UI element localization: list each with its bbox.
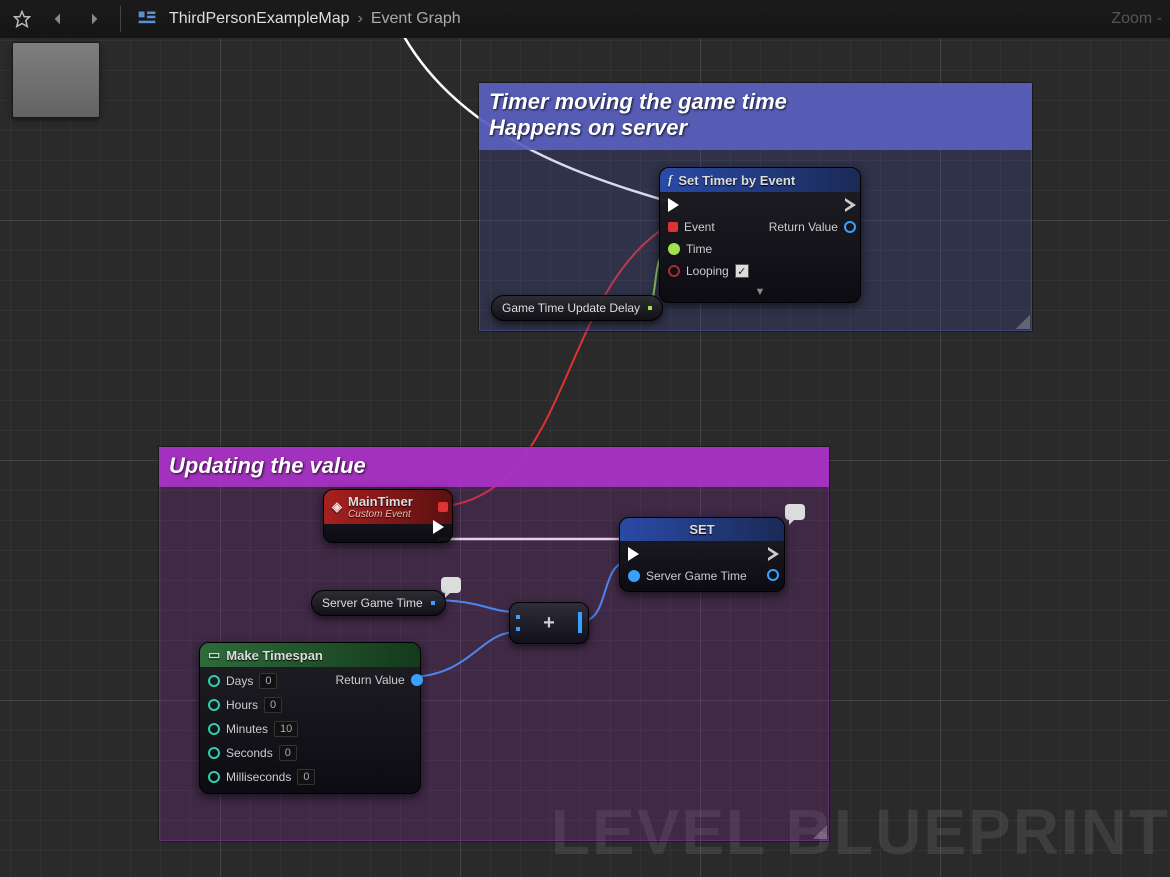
comment-timer[interactable]: Timer moving the game time Happens on se… xyxy=(478,82,1033,332)
comment-update[interactable]: Updating the value ◈ MainTimer Custom Ev… xyxy=(158,446,830,842)
hours-pin[interactable]: Hours0 xyxy=(208,697,315,713)
node-set[interactable]: SET Server Game Time xyxy=(619,517,785,592)
function-icon: f xyxy=(668,172,672,188)
toolbar: ThirdPersonExampleMap › Event Graph Zoom… xyxy=(0,0,1170,38)
minutes-input[interactable]: 10 xyxy=(274,721,298,737)
node-title: MainTimer xyxy=(348,494,413,509)
comment-title[interactable]: Updating the value xyxy=(159,447,829,487)
exec-out-pin[interactable] xyxy=(433,520,444,534)
delegate-pin[interactable] xyxy=(438,502,448,512)
node-title: Make Timespan xyxy=(226,648,323,663)
ms-input[interactable]: 0 xyxy=(297,769,315,785)
var-label: Game Time Update Delay xyxy=(502,301,640,315)
node-subtitle: Custom Event xyxy=(348,509,413,520)
server-game-time-in-pin[interactable]: Server Game Time xyxy=(628,569,747,583)
days-pin[interactable]: Days0 xyxy=(208,673,315,689)
node-var-game-time-delay[interactable]: Game Time Update Delay xyxy=(491,295,663,321)
exec-in-pin[interactable] xyxy=(668,198,749,212)
seconds-pin[interactable]: Seconds0 xyxy=(208,745,315,761)
exec-out-pin[interactable] xyxy=(845,198,856,212)
graph-icon[interactable] xyxy=(133,5,161,33)
nav-forward-icon[interactable] xyxy=(80,5,108,33)
toolbar-separator xyxy=(120,6,121,32)
comment-bubble-icon[interactable] xyxy=(441,577,461,593)
zoom-label: Zoom - xyxy=(1111,10,1162,28)
favorite-icon[interactable] xyxy=(8,5,36,33)
time-pin[interactable]: Time xyxy=(668,242,749,256)
node-var-server-game-time[interactable]: Server Game Time xyxy=(311,590,446,616)
exec-in-pin[interactable] xyxy=(628,547,747,561)
resize-handle[interactable] xyxy=(1016,315,1030,329)
exec-out-pin[interactable] xyxy=(768,547,779,561)
value-out-pin[interactable] xyxy=(767,569,779,581)
seconds-input[interactable]: 0 xyxy=(279,745,297,761)
resize-handle[interactable] xyxy=(813,825,827,839)
node-make-timespan[interactable]: ▭ Make Timespan Days0 Hours0 Minutes10 S… xyxy=(199,642,421,794)
breadcrumb-main[interactable]: ThirdPersonExampleMap xyxy=(169,10,350,28)
return-pin[interactable]: Return Value xyxy=(335,673,422,687)
node-title: SET xyxy=(689,522,714,537)
add-in-b-pin[interactable] xyxy=(516,627,520,631)
looping-checkbox[interactable]: ✓ xyxy=(735,264,749,278)
thumb-preview[interactable] xyxy=(12,42,100,118)
event-pin[interactable]: Event xyxy=(668,220,749,234)
breadcrumb-sub[interactable]: Event Graph xyxy=(371,10,461,28)
add-out-pin[interactable] xyxy=(578,612,582,633)
var-out-pin[interactable] xyxy=(431,601,435,605)
graph-canvas[interactable]: Timer moving the game time Happens on se… xyxy=(0,0,1170,877)
chevron-right-icon: › xyxy=(358,10,363,28)
node-set-timer[interactable]: f Set Timer by Event Event Time Looping✓… xyxy=(659,167,861,303)
node-main-timer[interactable]: ◈ MainTimer Custom Event xyxy=(323,489,453,543)
var-label: Server Game Time xyxy=(322,596,423,610)
comment-title[interactable]: Timer moving the game time Happens on se… xyxy=(479,83,1032,150)
ms-pin[interactable]: Milliseconds0 xyxy=(208,769,315,785)
struct-icon: ▭ xyxy=(208,647,220,663)
node-add[interactable]: + xyxy=(509,602,589,644)
add-in-a-pin[interactable] xyxy=(516,615,520,619)
return-value-pin[interactable]: Return Value xyxy=(769,220,856,234)
hours-input[interactable]: 0 xyxy=(264,697,282,713)
event-icon: ◈ xyxy=(332,499,342,515)
comment-bubble-icon[interactable] xyxy=(785,504,805,520)
expand-node-icon[interactable]: ▼ xyxy=(660,286,860,302)
nav-back-icon[interactable] xyxy=(44,5,72,33)
minutes-pin[interactable]: Minutes10 xyxy=(208,721,315,737)
var-out-pin[interactable] xyxy=(648,306,652,310)
looping-pin[interactable]: Looping✓ xyxy=(668,264,749,278)
node-title: Set Timer by Event xyxy=(678,173,795,188)
plus-icon: + xyxy=(543,612,555,635)
days-input[interactable]: 0 xyxy=(259,673,277,689)
